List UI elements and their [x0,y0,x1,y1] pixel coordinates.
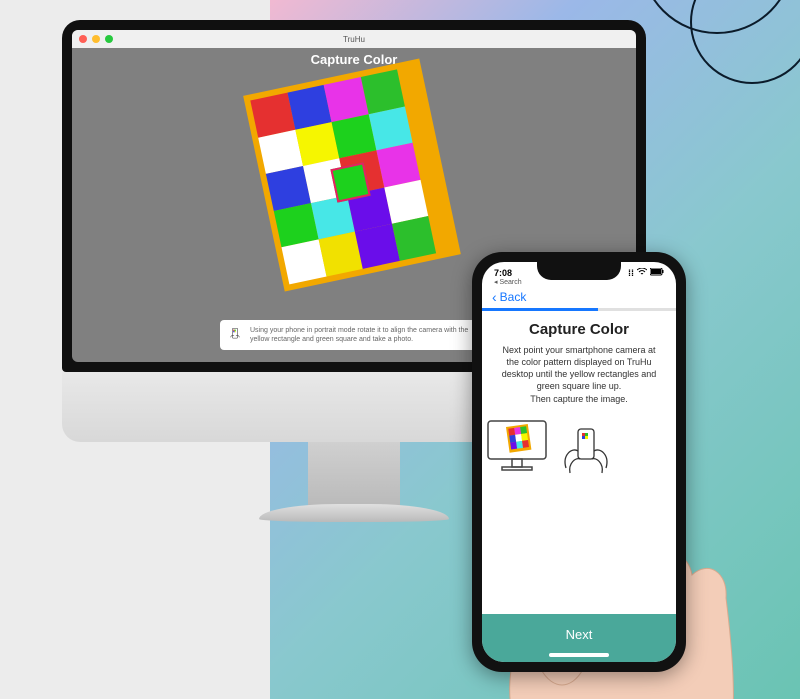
monitor-stand [308,442,400,512]
window-title: TruHu [72,35,636,44]
wifi-icon [637,268,647,278]
back-button[interactable]: ‹ Back [482,286,676,308]
phone-body-line2: Then capture the image. [498,393,660,405]
desktop-instruction-callout: Using your phone in portrait mode rotate… [220,320,488,350]
desktop-heading: Capture Color [72,52,636,67]
next-button[interactable]: Next [482,614,676,662]
hands-holding-phone-icon [556,423,616,481]
alignment-marker-icon [330,162,370,202]
signal-icon: ⁞⁞ [628,268,634,278]
next-label: Next [566,627,593,642]
home-indicator[interactable] [549,653,609,657]
back-label: Back [500,290,527,304]
desktop-instruction-text: Using your phone in portrait mode rotate… [250,327,468,343]
smartphone: 7:08 ⁞⁞ ◂ Search ‹ Back Cap [472,252,686,672]
monitor-stand-base [259,504,449,522]
phone-notch [537,262,621,280]
progress-fill [482,308,598,311]
phone-hands-icon [226,326,244,344]
status-time: 7:08 [494,268,512,278]
color-calibration-card [243,58,461,291]
phone-body-line1: Next point your smartphone camera at the… [498,344,660,393]
battery-icon [650,268,664,278]
phone-heading: Capture Color [482,321,676,338]
monitor-illustration-icon [482,417,552,477]
color-cell [392,216,436,261]
chevron-left-icon: ‹ [492,289,497,305]
progress-bar [482,308,676,311]
window-titlebar: TruHu [72,30,636,48]
